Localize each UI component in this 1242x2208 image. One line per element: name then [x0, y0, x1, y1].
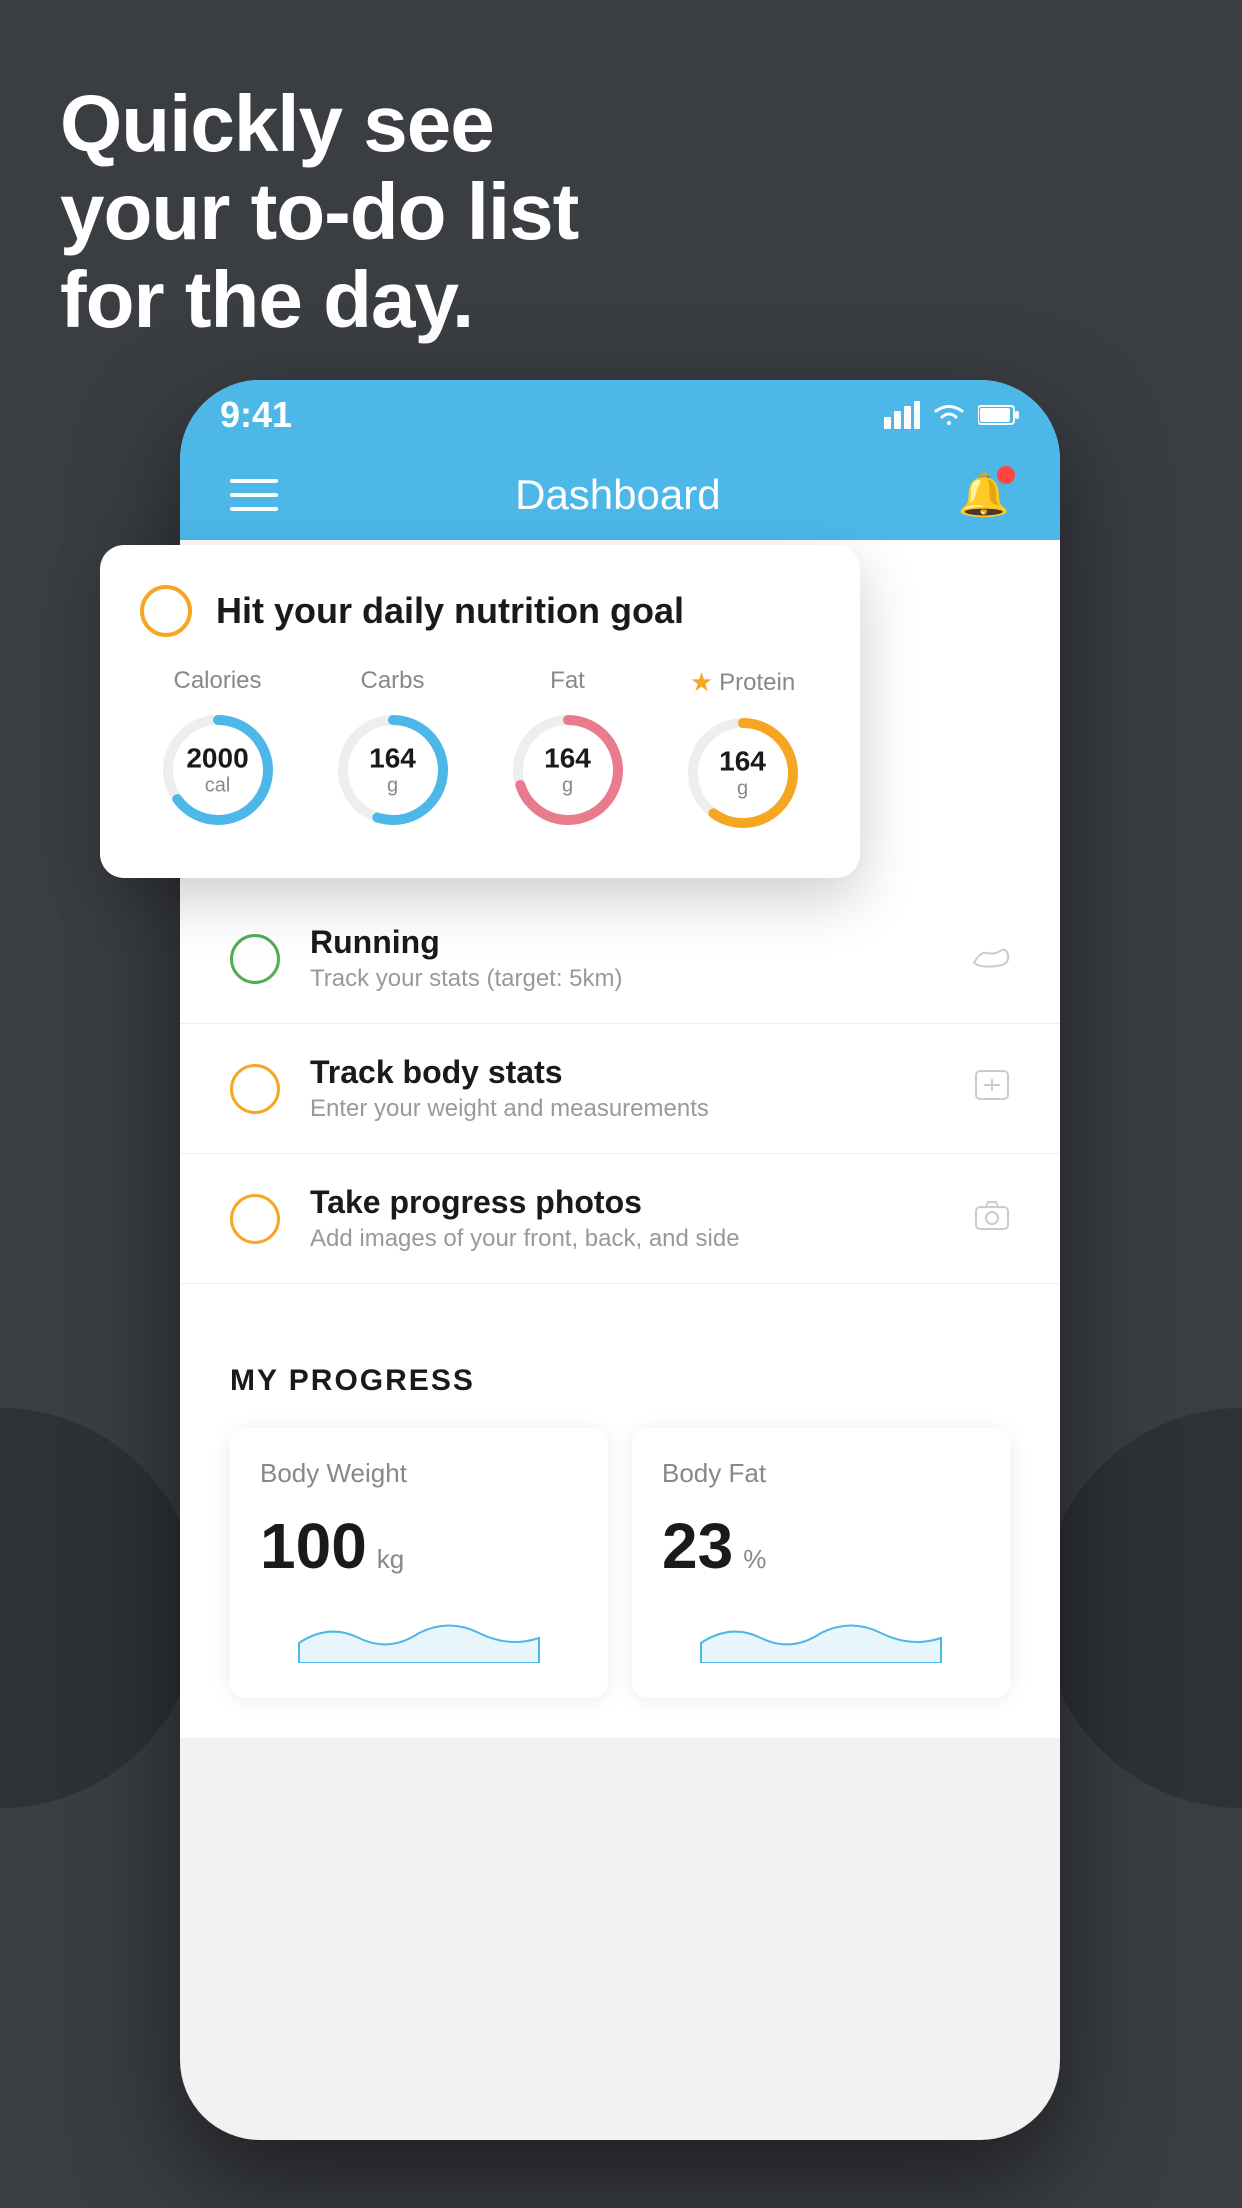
- macro-label: Carbs: [360, 667, 424, 695]
- donut-chart: 164 g: [678, 708, 808, 838]
- macro-item: ★Protein 164 g: [678, 667, 808, 838]
- donut-chart: 2000 cal: [153, 705, 283, 835]
- todo-sublabel: Add images of your front, back, and side: [310, 1225, 944, 1253]
- macro-label: Calories: [173, 667, 261, 695]
- donut-center: 164 g: [369, 743, 416, 798]
- macro-unit: g: [562, 775, 573, 797]
- prog-value: 100: [260, 1509, 367, 1583]
- todo-item[interactable]: Running Track your stats (target: 5km): [180, 894, 1060, 1024]
- prog-value-row: 100 kg: [260, 1509, 578, 1583]
- macro-label: ★Protein: [690, 667, 795, 698]
- todo-text: Track body stats Enter your weight and m…: [310, 1054, 944, 1123]
- nav-bar: Dashboard 🔔: [180, 450, 1060, 540]
- macro-label: Fat: [550, 667, 585, 695]
- macro-unit: g: [737, 778, 748, 800]
- todo-item[interactable]: Take progress photos Add images of your …: [180, 1154, 1060, 1284]
- progress-card: Body Weight 100 kg: [230, 1428, 608, 1698]
- wifi-icon: [932, 401, 966, 429]
- todo-sublabel: Track your stats (target: 5km): [310, 965, 942, 993]
- prog-value: 23: [662, 1509, 733, 1583]
- todo-sublabel: Enter your weight and measurements: [310, 1095, 944, 1123]
- macro-item: Fat 164 g: [503, 667, 633, 838]
- nutrition-card: Hit your daily nutrition goal Calories 2…: [100, 545, 860, 878]
- todo-text: Take progress photos Add images of your …: [310, 1184, 944, 1253]
- donut-center: 164 g: [544, 743, 591, 798]
- progress-cards: Body Weight 100 kg Body Fat 23 %: [230, 1428, 1010, 1698]
- prog-unit: %: [743, 1544, 766, 1575]
- headline-line2: your to-do list: [60, 167, 578, 256]
- todo-icon: [974, 1068, 1010, 1110]
- headline: Quickly see your to-do list for the day.: [60, 80, 578, 344]
- todo-label: Running: [310, 924, 942, 961]
- progress-section: MY PROGRESS Body Weight 100 kg Body Fat …: [180, 1324, 1060, 1738]
- notification-dot: [997, 466, 1015, 484]
- donut-center: 2000 cal: [186, 743, 248, 798]
- todo-circle: [230, 1194, 280, 1244]
- macro-value: 2000: [186, 743, 248, 775]
- macros-row: Calories 2000 cal Carbs 164 g Fat: [140, 667, 820, 838]
- donut-center: 164 g: [719, 746, 766, 801]
- donut-chart: 164 g: [328, 705, 458, 835]
- prog-unit: kg: [377, 1544, 404, 1575]
- bell-icon[interactable]: 🔔: [958, 471, 1010, 520]
- todo-label: Track body stats: [310, 1054, 944, 1091]
- headline-line1: Quickly see: [60, 79, 494, 168]
- headline-line3: for the day.: [60, 255, 473, 344]
- status-time: 9:41: [220, 394, 292, 436]
- todo-circle: [230, 1064, 280, 1114]
- macro-unit: cal: [205, 775, 231, 797]
- todo-label: Take progress photos: [310, 1184, 944, 1221]
- todo-text: Running Track your stats (target: 5km): [310, 924, 942, 993]
- nutrition-card-title: Hit your daily nutrition goal: [216, 590, 684, 632]
- macro-item: Calories 2000 cal: [153, 667, 283, 838]
- donut-chart: 164 g: [503, 705, 633, 835]
- battery-icon: [978, 404, 1020, 426]
- macro-value: 164: [369, 743, 416, 775]
- wave-chart: [662, 1603, 980, 1663]
- hamburger-menu[interactable]: [230, 479, 278, 511]
- progress-card: Body Fat 23 %: [632, 1428, 1010, 1698]
- prog-value-row: 23 %: [662, 1509, 980, 1583]
- status-bar: 9:41: [180, 380, 1060, 450]
- nav-title: Dashboard: [515, 471, 720, 519]
- macro-value: 164: [544, 743, 591, 775]
- todo-icon: [972, 938, 1010, 980]
- signal-icon: [884, 401, 920, 429]
- prog-label: Body Weight: [260, 1458, 578, 1489]
- status-icons: [884, 401, 1020, 429]
- macro-unit: g: [387, 775, 398, 797]
- wave-chart: [260, 1603, 578, 1663]
- nutrition-check-circle: [140, 585, 192, 637]
- macro-item: Carbs 164 g: [328, 667, 458, 838]
- todo-item[interactable]: Track body stats Enter your weight and m…: [180, 1024, 1060, 1154]
- progress-header: MY PROGRESS: [230, 1364, 1010, 1398]
- todo-list: Running Track your stats (target: 5km) T…: [180, 894, 1060, 1284]
- star-icon: ★: [690, 667, 713, 698]
- prog-label: Body Fat: [662, 1458, 980, 1489]
- todo-circle: [230, 934, 280, 984]
- todo-icon: [974, 1198, 1010, 1240]
- macro-value: 164: [719, 746, 766, 778]
